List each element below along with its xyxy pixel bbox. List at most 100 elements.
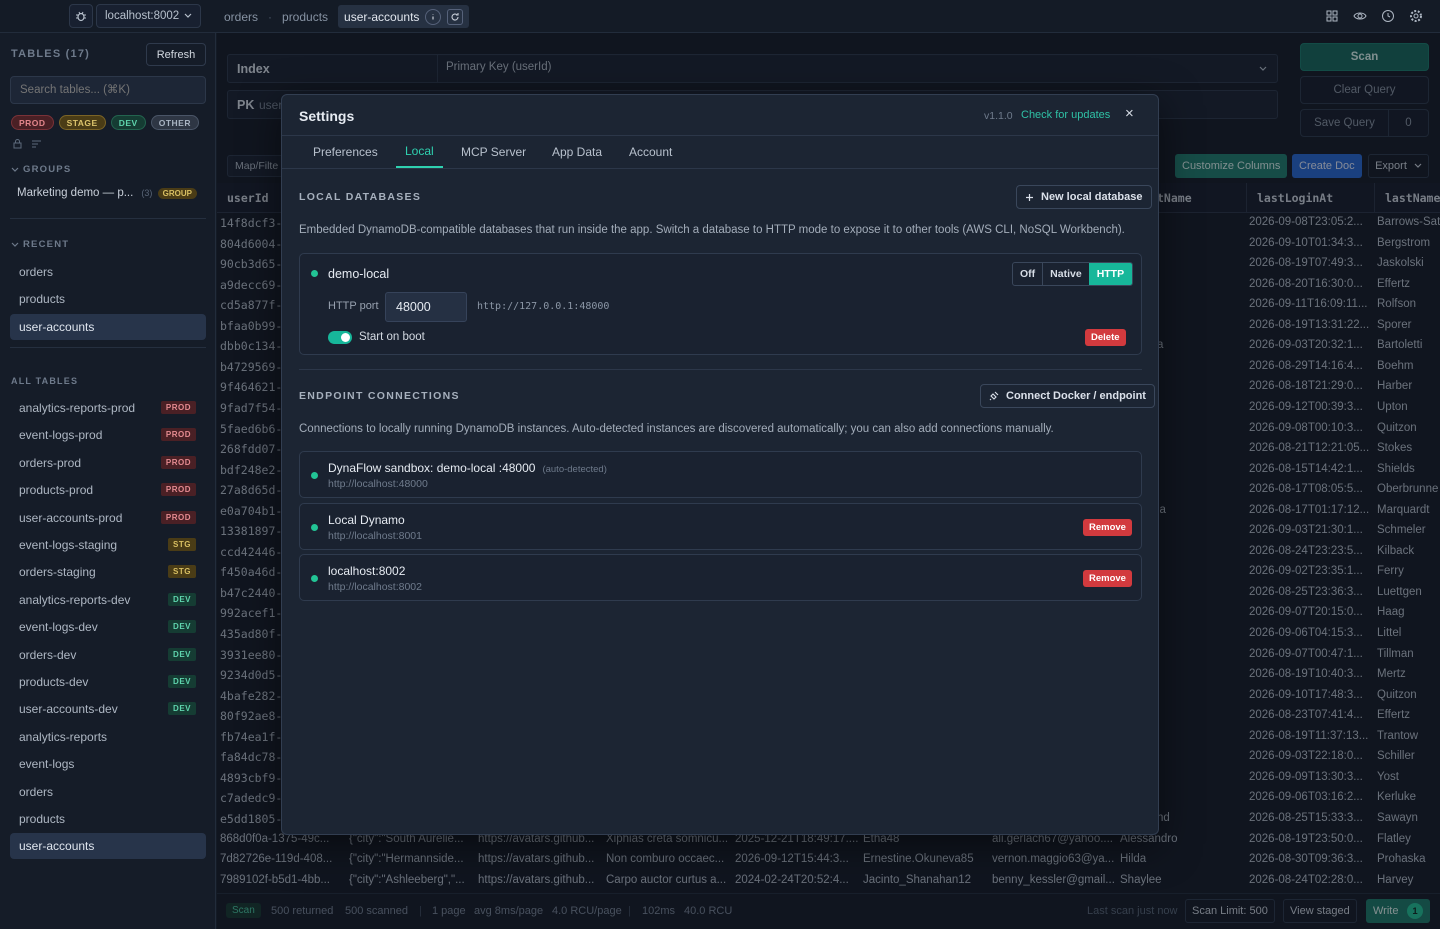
grid-icon[interactable] [1325, 9, 1339, 23]
table-item[interactable]: event-logs-prod PROD [10, 422, 206, 448]
table-item[interactable]: products-dev DEV [10, 669, 206, 695]
refresh-icon[interactable] [447, 8, 464, 25]
table-item[interactable]: products [10, 806, 206, 832]
table-item[interactable]: analytics-reports-prod PROD [10, 395, 206, 421]
tables-count-label: TABLES (17) [11, 48, 91, 60]
table-item-name: analytics-reports-prod [19, 401, 136, 415]
http-url: http://127.0.0.1:48000 [477, 301, 610, 312]
filter-prod[interactable]: PROD [11, 115, 54, 130]
group-tag: GROUP [157, 187, 197, 199]
new-db-label: New local database [1041, 191, 1143, 203]
table-item-name: products-dev [19, 675, 89, 689]
table-item[interactable]: user-accounts-dev DEV [10, 696, 206, 722]
lock-icon[interactable] [12, 138, 23, 149]
endpoint-card: DynaFlow sandbox: demo-local :48000 (auto… [299, 451, 1142, 498]
groups-label: GROUPS [23, 164, 72, 175]
tab-mcp-server[interactable]: MCP Server [461, 136, 526, 168]
table-item[interactable]: orders-prod PROD [10, 450, 206, 476]
crumb-products[interactable]: products [278, 10, 332, 24]
all-tables-label: ALL TABLES [11, 376, 79, 386]
start-on-boot-label: Start on boot [359, 331, 425, 343]
env-badge: DEV [168, 592, 196, 606]
chevron-down-icon [11, 242, 19, 247]
settings-dialog: Settings v1.1.0 Check for updates × Pref… [281, 94, 1159, 835]
filter-dev[interactable]: DEV [110, 115, 146, 130]
mode-native[interactable]: Native [1043, 263, 1089, 285]
groups-section[interactable]: GROUPS [11, 164, 71, 175]
connection-label: localhost:8002 [105, 10, 180, 22]
endpoint-description: Connections to locally running DynamoDB … [299, 423, 1054, 435]
local-description: Embedded DynamoDB-compatible databases t… [299, 224, 1125, 236]
close-icon[interactable]: × [1125, 105, 1134, 122]
table-item[interactable]: orders-dev DEV [10, 642, 206, 668]
new-local-database-button[interactable]: New local database [1016, 185, 1152, 209]
delete-db-button[interactable]: Delete [1085, 329, 1126, 346]
remove-endpoint-button[interactable]: Remove [1083, 518, 1132, 536]
endpoint-card: localhost:8002 http://localhost:8002 Remov… [299, 554, 1142, 601]
clock-icon[interactable] [1381, 9, 1395, 23]
db-name: demo-local [328, 267, 390, 281]
endpoint-name-row: localhost:8002 [328, 564, 412, 578]
filter-stage[interactable]: STAGE [58, 115, 106, 130]
table-item[interactable]: event-logs-dev DEV [10, 614, 206, 640]
tab-preferences[interactable]: Preferences [313, 136, 378, 168]
table-item[interactable]: analytics-reports-dev DEV [10, 587, 206, 613]
endpoint-card: Local Dynamo http://localhost:8001 Remove [299, 502, 1142, 550]
connect-docker-button[interactable]: Connect Docker / endpoint [980, 384, 1155, 408]
status-dot [311, 575, 318, 582]
divider [10, 347, 206, 348]
mode-http[interactable]: HTTP [1088, 263, 1133, 285]
recent-item-products[interactable]: products [10, 286, 206, 312]
recent-section[interactable]: RECENT [11, 239, 69, 250]
tab-app-data[interactable]: App Data [552, 136, 602, 168]
env-badge: PROD [160, 428, 196, 442]
table-item-name: orders [19, 784, 54, 799]
gear-icon[interactable] [1409, 9, 1423, 23]
recent-item-user-accounts[interactable]: user-accounts [10, 314, 206, 340]
tab-local[interactable]: Local [396, 136, 443, 168]
filter-other[interactable]: OTHER [150, 115, 199, 130]
table-item-name: analytics-reports-dev [19, 592, 131, 607]
table-item[interactable]: event-logs [10, 751, 206, 777]
table-item-name: analytics-reports [19, 729, 108, 744]
recent-label: RECENT [23, 239, 70, 250]
remove-endpoint-button[interactable]: Remove [1083, 570, 1132, 587]
tab-account[interactable]: Account [629, 136, 672, 168]
group-name: Marketing demo — p... [17, 187, 134, 199]
refresh-button[interactable]: Refresh [146, 43, 206, 66]
table-item[interactable]: products-prod PROD [10, 477, 206, 503]
http-port-input[interactable] [385, 292, 467, 322]
table-item[interactable]: user-accounts [10, 833, 206, 860]
table-item-name: event-logs-prod [19, 428, 103, 443]
bug-icon-button[interactable] [69, 4, 93, 28]
info-icon[interactable] [425, 8, 442, 25]
recent-item-orders[interactable]: orders [10, 259, 206, 285]
status-dot [311, 270, 318, 277]
table-item[interactable]: orders [10, 779, 206, 805]
table-item[interactable]: analytics-reports [10, 724, 206, 750]
crumb-active-label: user-accounts [344, 9, 420, 24]
endpoint-name: DynaFlow sandbox: demo-local :48000 [328, 461, 536, 475]
endpoint-name: localhost:8002 [328, 564, 406, 578]
crumb-active-table[interactable]: user-accounts [338, 5, 470, 28]
connection-select[interactable]: localhost:8002 [96, 4, 201, 28]
crumb-orders[interactable]: orders [220, 10, 262, 24]
table-item-name: products [19, 812, 66, 826]
env-badge: PROD [160, 483, 196, 497]
table-item-name: orders-prod [19, 455, 82, 470]
toggle-knob [341, 333, 350, 342]
start-on-boot-toggle[interactable] [328, 331, 352, 344]
group-item-marketing[interactable]: Marketing demo — p... (3) GROUP [17, 185, 207, 201]
mode-off[interactable]: Off [1013, 263, 1044, 285]
search-tables-input[interactable] [10, 76, 206, 104]
local-databases-title: LOCAL DATABASES [299, 191, 422, 203]
endpoint-connections-title: ENDPOINT CONNECTIONS [299, 390, 460, 402]
local-db-card: demo-local Off Native HTTP HTTP port htt… [299, 253, 1142, 355]
table-item[interactable]: orders-staging STG [10, 559, 206, 585]
eye-icon[interactable] [1353, 9, 1367, 23]
plus-icon [1026, 193, 1033, 201]
check-updates-link[interactable]: Check for updates [1021, 109, 1110, 121]
sort-icon[interactable] [31, 138, 42, 149]
table-item[interactable]: user-accounts-prod PROD [10, 505, 206, 531]
table-item[interactable]: event-logs-staging STG [10, 532, 206, 558]
